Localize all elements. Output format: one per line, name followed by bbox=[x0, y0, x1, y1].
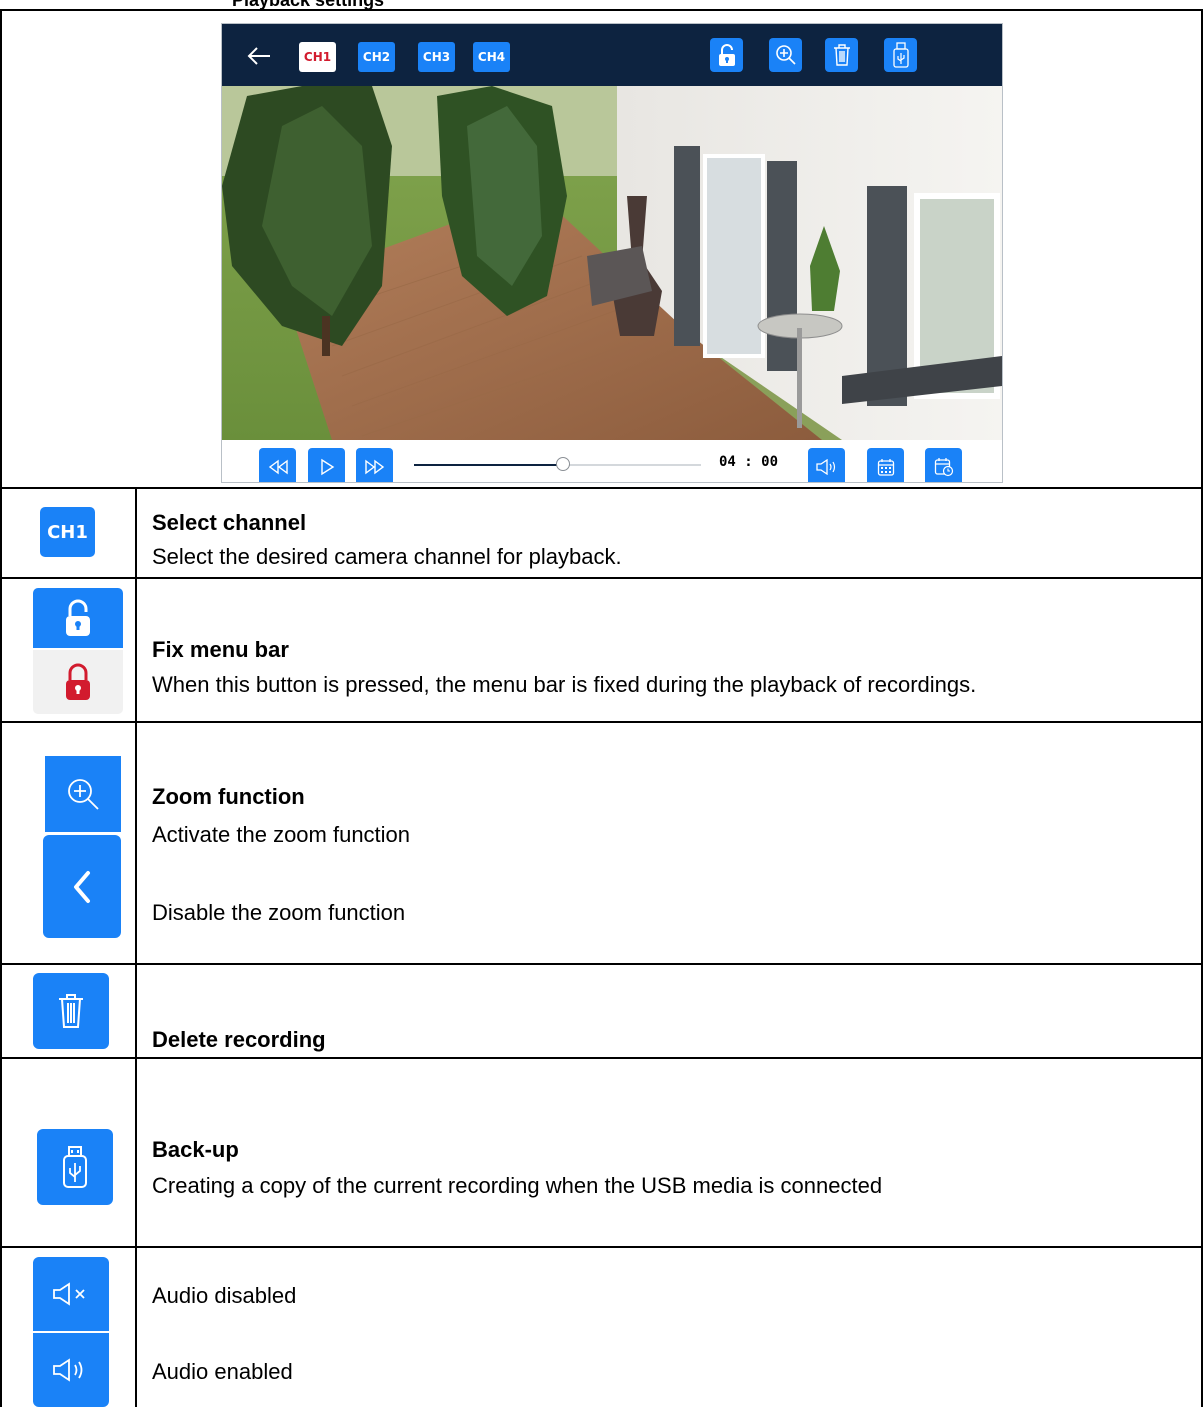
row-title-back-up: Back-up bbox=[152, 1137, 239, 1162]
row-text-zoom-disable: Disable the zoom function bbox=[152, 900, 406, 925]
row-text-audio-enabled: Audio enabled bbox=[152, 1359, 293, 1384]
progress-fill bbox=[414, 464, 564, 466]
locked-lock-icon bbox=[33, 650, 123, 714]
row-title-delete-recording: Delete recording bbox=[152, 1027, 326, 1052]
channel-button-ch1[interactable]: CH1 bbox=[299, 42, 336, 72]
audio-disabled-icon bbox=[33, 1257, 109, 1331]
calendar-clock-button[interactable] bbox=[925, 448, 962, 482]
row-title-select-channel: Select channel bbox=[152, 510, 307, 535]
row-divider bbox=[0, 577, 1203, 579]
ch1-icon: CH1 bbox=[40, 507, 95, 557]
rewind-icon bbox=[268, 459, 288, 475]
channel-button-ch3[interactable]: CH3 bbox=[418, 42, 455, 72]
rewind-button[interactable] bbox=[259, 448, 296, 482]
row-text-select-channel: Select the desired camera channel for pl… bbox=[152, 544, 622, 569]
calendar-button[interactable] bbox=[867, 448, 904, 482]
usb-icon bbox=[892, 42, 909, 68]
channel-button-ch2[interactable]: CH2 bbox=[358, 42, 395, 72]
fast-forward-button[interactable] bbox=[356, 448, 393, 482]
playback-screen: CH1 CH2 CH3 CH4 04: 00 bbox=[221, 23, 1003, 483]
lock-icon bbox=[718, 44, 735, 66]
zoom-in-icon bbox=[45, 756, 121, 832]
camera-feed-image bbox=[222, 86, 1002, 440]
zoom-in-icon bbox=[775, 45, 796, 65]
ch1-icon-label: CH1 bbox=[47, 521, 88, 543]
playback-time: 04 : 00 bbox=[719, 454, 779, 470]
backup-button[interactable] bbox=[884, 38, 917, 72]
usb-icon bbox=[37, 1129, 113, 1205]
fast-forward-icon bbox=[364, 459, 384, 475]
table-border-top bbox=[0, 9, 1203, 11]
audio-button[interactable] bbox=[808, 448, 845, 482]
play-icon bbox=[320, 458, 334, 476]
row-title-zoom-function: Zoom function bbox=[152, 784, 305, 809]
row-divider bbox=[0, 721, 1203, 723]
trash-icon bbox=[33, 973, 109, 1049]
speaker-icon bbox=[815, 459, 835, 475]
playback-progress-slider[interactable] bbox=[414, 456, 701, 474]
back-arrow-icon[interactable] bbox=[246, 44, 272, 68]
calendar-icon bbox=[877, 459, 894, 476]
row-text-zoom-activate: Activate the zoom function bbox=[152, 822, 411, 847]
playback-controls-bar: 04 : 00 bbox=[222, 440, 1002, 482]
chevron-left-icon bbox=[43, 835, 121, 938]
progress-knob[interactable] bbox=[556, 457, 571, 471]
lock-button[interactable] bbox=[710, 38, 743, 72]
table-border-left bbox=[0, 9, 2, 1407]
row-divider bbox=[0, 487, 1203, 489]
calendar-clock-icon bbox=[934, 458, 953, 477]
delete-button[interactable] bbox=[825, 38, 858, 72]
row-text-back-up: Creating a copy of the current recording… bbox=[152, 1173, 883, 1198]
row-text-fix-menu-bar: When this button is pressed, the menu ba… bbox=[152, 672, 977, 697]
column-divider bbox=[135, 487, 137, 1407]
channel-button-ch4[interactable]: CH4 bbox=[473, 42, 510, 72]
row-divider bbox=[0, 963, 1203, 965]
zoom-button[interactable] bbox=[769, 38, 802, 72]
trash-icon bbox=[833, 44, 850, 66]
audio-enabled-icon bbox=[33, 1333, 109, 1407]
row-divider bbox=[0, 1246, 1203, 1248]
row-divider bbox=[0, 1057, 1203, 1059]
row-text-audio-disabled: Audio disabled bbox=[152, 1283, 297, 1308]
unlocked-lock-icon bbox=[33, 588, 123, 648]
play-button[interactable] bbox=[308, 448, 345, 482]
playback-top-bar: CH1 CH2 CH3 CH4 bbox=[222, 24, 1002, 86]
row-title-fix-menu-bar: Fix menu bar bbox=[152, 637, 289, 662]
